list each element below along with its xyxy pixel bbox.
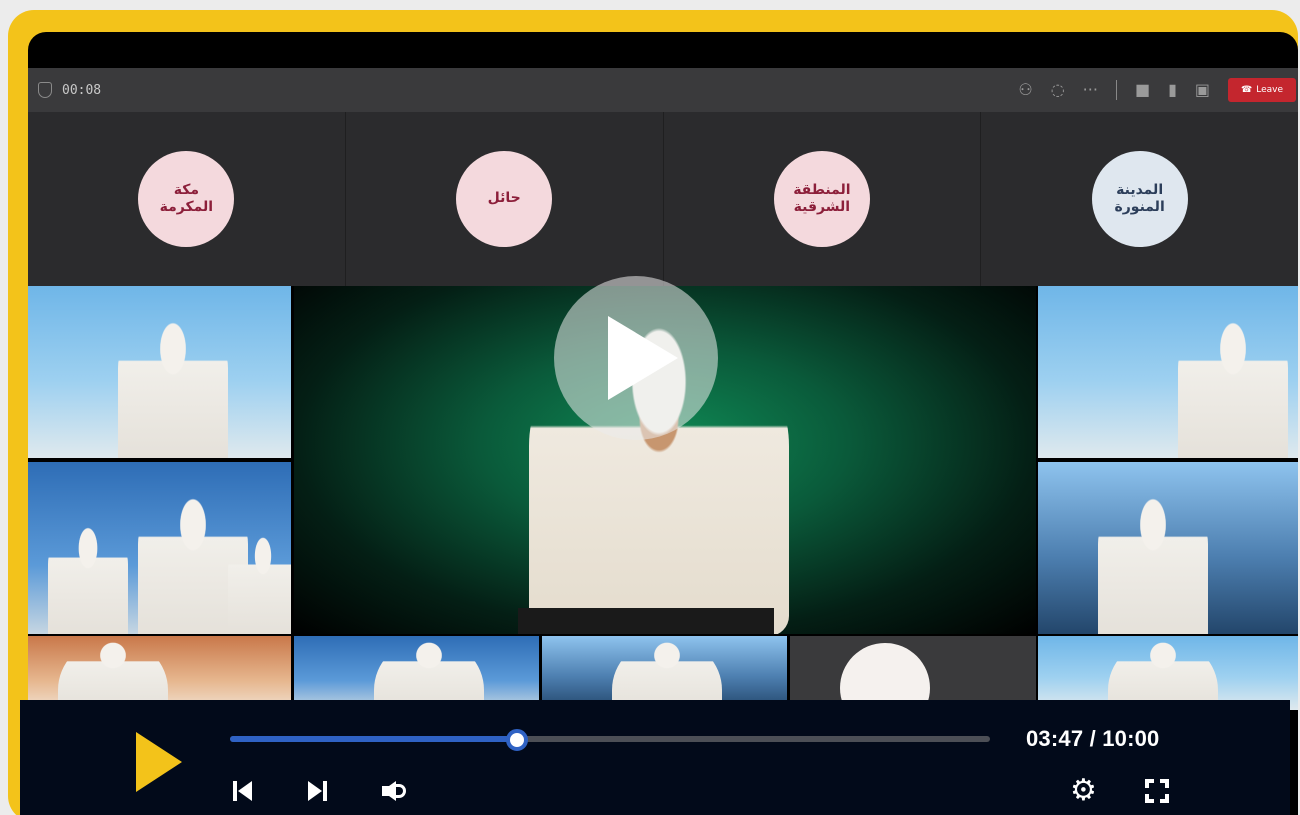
participants-icon[interactable]: ⚇ — [1018, 82, 1032, 98]
video-tile — [1038, 286, 1298, 458]
share-screen-icon[interactable]: ▣ — [1195, 82, 1210, 98]
control-bar: 03:47 / 10:00 ⚙ — [20, 700, 1290, 815]
meeting-timer: 00:08 — [62, 82, 102, 98]
play-button[interactable] — [136, 732, 186, 792]
camera-icon[interactable]: ■ — [1135, 82, 1150, 98]
video-tile — [28, 462, 291, 634]
video-tile — [1038, 462, 1298, 634]
video-tile — [28, 286, 291, 458]
region-badge: المدينة المنورة — [1091, 151, 1188, 247]
volume-button[interactable] — [380, 778, 406, 804]
fullscreen-icon — [1145, 779, 1154, 788]
region-header: مكة المكرمة حائل المنطقة الشرقية المدينة… — [28, 112, 1298, 286]
more-options-icon[interactable]: ··· — [1083, 82, 1098, 98]
time-display: 03:47 / 10:00 — [1026, 726, 1160, 751]
shield-icon — [38, 82, 52, 98]
seek-handle[interactable] — [506, 729, 529, 751]
phone-icon: ☎ — [1241, 85, 1253, 95]
region-badge: حائل — [456, 151, 553, 247]
microphone-icon[interactable]: ▮ — [1168, 82, 1177, 98]
chat-icon[interactable]: ◌ — [1051, 82, 1065, 98]
seek-progress — [230, 736, 518, 742]
region-cell: المدينة المنورة — [981, 112, 1298, 286]
video-tile — [1038, 636, 1298, 710]
volume-icon — [396, 784, 406, 798]
video-tile — [28, 636, 291, 710]
fullscreen-button[interactable] — [1144, 778, 1170, 804]
toolbar-divider — [1115, 80, 1117, 100]
video-tile — [542, 636, 787, 710]
leave-label: Leave — [1256, 85, 1283, 95]
previous-button[interactable] — [230, 778, 256, 804]
region-cell: مكة المكرمة — [28, 112, 346, 286]
meeting-toolbar: 00:08 ⚇ ◌ ··· ■ ▮ ▣ ☎ Leave — [28, 68, 1298, 112]
next-button[interactable] — [304, 778, 330, 804]
play-overlay-button[interactable] — [554, 276, 718, 440]
leave-button[interactable]: ☎ Leave — [1228, 78, 1296, 102]
settings-button[interactable]: ⚙ — [1070, 776, 1097, 806]
gear-icon: ⚙ — [1070, 773, 1097, 808]
seek-bar[interactable] — [230, 729, 990, 751]
video-tile — [294, 636, 539, 710]
region-cell: حائل — [346, 112, 664, 286]
region-badge: مكة المكرمة — [138, 151, 235, 247]
region-cell: المنطقة الشرقية — [664, 112, 982, 286]
region-badge: المنطقة الشرقية — [773, 151, 870, 247]
